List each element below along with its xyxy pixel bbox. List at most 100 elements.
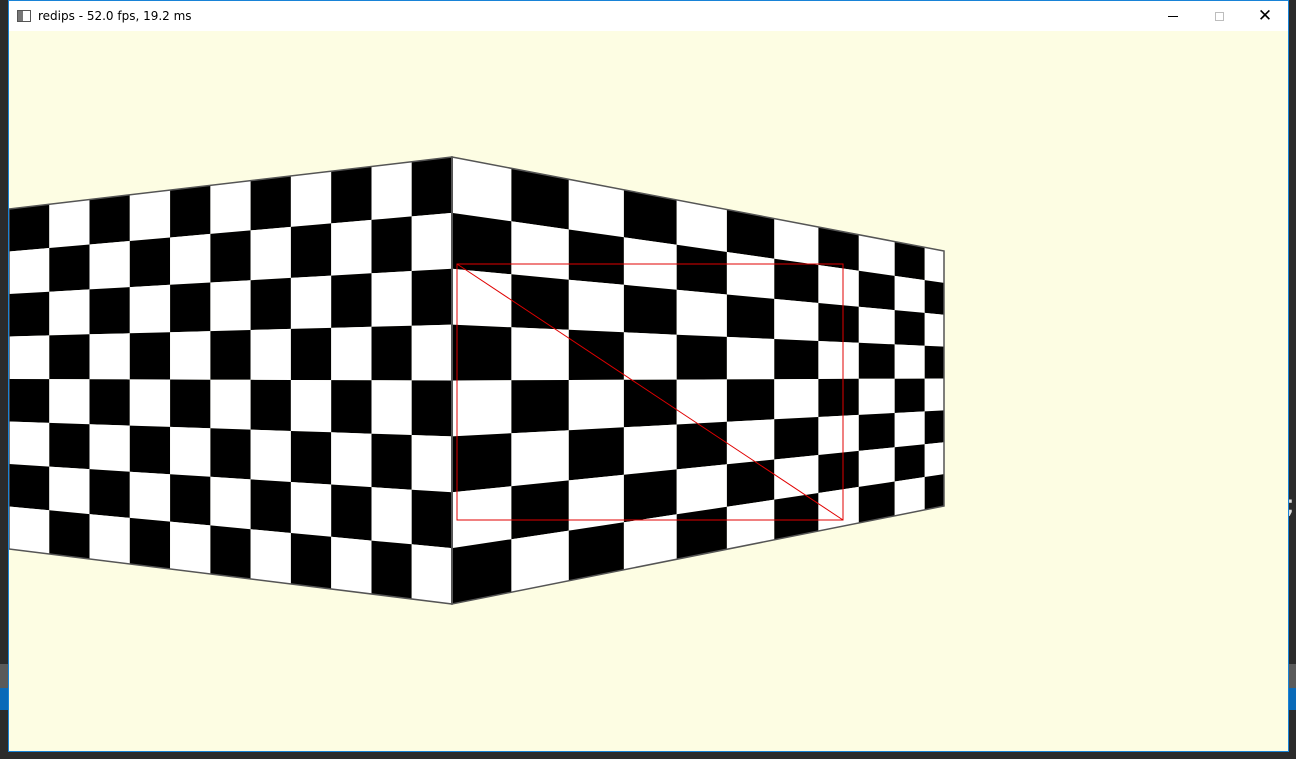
left-wall-tile — [210, 525, 251, 579]
left-wall-tile — [411, 380, 452, 437]
right-wall-tile — [623, 469, 677, 523]
left-wall-tile — [290, 482, 332, 537]
left-wall-tile — [371, 325, 412, 381]
left-wall-tile — [170, 474, 211, 526]
left-wall-tile — [170, 331, 211, 380]
right-wall-tile — [726, 379, 775, 422]
left-wall-tile — [170, 185, 211, 238]
right-wall-tile — [452, 433, 512, 493]
left-wall-tile — [9, 506, 50, 554]
right-wall-tile — [818, 414, 859, 455]
right-wall-tile — [818, 450, 859, 493]
left-wall-tile — [210, 476, 251, 530]
right-wall-tile — [774, 339, 819, 380]
right-wall-tile — [623, 284, 677, 335]
right-wall-tile — [774, 379, 819, 420]
right-wall-tile — [623, 424, 677, 475]
close-button[interactable]: ✕ — [1242, 1, 1288, 31]
title-bar[interactable]: redips - 52.0 fps, 19.2 ms ✕ — [9, 1, 1288, 31]
left-wall-tile — [371, 161, 412, 220]
right-wall-tile — [924, 345, 944, 379]
right-wall-tile — [894, 444, 925, 482]
right-wall-tile — [568, 279, 624, 333]
left-wall-tile — [290, 223, 332, 278]
right-wall-tile — [894, 241, 925, 281]
left-wall-tile — [290, 533, 332, 589]
left-wall-tile — [210, 280, 251, 332]
left-wall-tile — [250, 277, 291, 330]
right-wall-tile — [894, 310, 925, 346]
right-wall-tile — [726, 459, 775, 507]
left-wall-tile — [371, 216, 412, 274]
right-wall-tile — [511, 327, 569, 381]
right-wall-tile — [452, 380, 512, 437]
right-wall-tile — [511, 480, 569, 540]
left-wall-tile — [411, 435, 452, 493]
right-wall-tile — [676, 379, 727, 425]
right-wall-tile — [623, 332, 677, 380]
right-wall-tile — [924, 247, 944, 283]
left-wall-tile — [290, 380, 332, 433]
left-wall-tile — [210, 330, 251, 380]
right-wall-tile — [726, 336, 775, 380]
left-wall-tile — [210, 428, 251, 480]
left-wall-tile — [89, 333, 130, 380]
right-wall-tile — [511, 380, 569, 434]
left-wall-tile — [49, 510, 90, 559]
right-wall-tile — [858, 306, 895, 345]
left-wall-tile — [9, 291, 50, 337]
left-wall-tile — [49, 466, 90, 515]
left-wall-tile — [170, 521, 211, 574]
left-wall-tile — [49, 334, 90, 380]
right-wall-tile — [774, 298, 819, 341]
left-wall-tile — [371, 487, 412, 545]
right-wall-tile — [568, 329, 624, 380]
minimize-button[interactable] — [1150, 1, 1196, 31]
left-wall-tile — [290, 171, 332, 227]
right-wall-tile — [452, 486, 512, 549]
left-wall-tile — [411, 544, 452, 604]
left-wall-tile — [9, 335, 50, 380]
maximize-icon — [1214, 11, 1224, 21]
render-canvas[interactable] — [9, 31, 1288, 751]
right-wall-tile — [511, 430, 569, 487]
left-checkerboard-wall — [9, 156, 453, 605]
left-wall-tile — [331, 166, 372, 224]
right-wall-tile — [818, 303, 859, 343]
left-wall-tile — [129, 379, 171, 427]
right-wall-tile — [511, 274, 569, 330]
left-wall-tile — [9, 421, 50, 467]
left-wall-tile — [129, 190, 171, 241]
left-wall-tile — [49, 379, 90, 425]
maximize-button[interactable] — [1196, 1, 1242, 31]
left-wall-tile — [250, 328, 291, 380]
left-wall-tile — [371, 433, 412, 490]
render-scene — [9, 156, 945, 605]
left-wall-tile — [411, 268, 452, 326]
right-wall-tile — [858, 447, 895, 487]
left-wall-tile — [129, 517, 171, 569]
left-wall-tile — [371, 271, 412, 327]
right-checkerboard-wall — [451, 156, 945, 605]
right-wall-tile — [774, 258, 819, 303]
right-wall-tile — [924, 474, 944, 510]
right-wall-tile — [568, 379, 624, 431]
left-wall-tile — [411, 212, 452, 271]
right-wall-tile — [924, 442, 944, 477]
left-wall-tile — [89, 379, 130, 426]
right-wall-tile — [623, 379, 677, 428]
right-wall-tile — [894, 344, 925, 379]
left-wall-tile — [250, 529, 291, 584]
left-wall-tile — [331, 536, 372, 594]
left-wall-tile — [250, 226, 291, 281]
left-wall-tile — [250, 175, 291, 231]
right-wall-tile — [894, 275, 925, 313]
right-wall-tile — [676, 244, 727, 295]
left-wall-tile — [411, 489, 452, 549]
left-wall-tile — [210, 230, 251, 283]
left-wall-tile — [89, 194, 130, 245]
app-window-icon[interactable] — [17, 10, 31, 22]
left-wall-tile — [129, 332, 171, 380]
left-wall-tile — [411, 324, 452, 381]
right-wall-tile — [452, 212, 512, 275]
